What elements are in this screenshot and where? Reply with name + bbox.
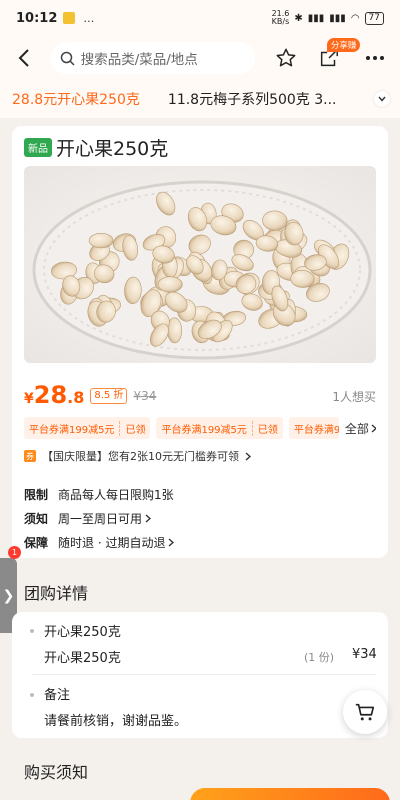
buy-button[interactable] <box>190 788 390 800</box>
coupon-text: 平台券满199减5元 <box>29 424 115 436</box>
info-row-notice[interactable]: 须知 周一至周日可用 <box>24 510 152 527</box>
promo-row[interactable]: 券 【国庆限量】您有2张10元无门槛券可领 <box>24 448 251 464</box>
group-details-card: 开心果250克 开心果250克 (1 份) ¥34 备注 请餐前核销，谢谢品鉴。 <box>12 612 388 738</box>
price-integer: 28 <box>33 381 68 409</box>
coupon-3[interactable]: 平台券满9 <box>288 417 339 439</box>
coupon-row: 平台券满199减5元 已领 平台券满199减5元 已领 平台券满9 全部 <box>24 416 376 440</box>
notification-icon <box>63 12 76 24</box>
share-earn-badge: 分享赚 <box>326 38 361 52</box>
product-title: 开心果250克 <box>56 138 169 160</box>
bluetooth-icon: ✱ <box>294 12 303 24</box>
status-overflow: … <box>83 11 95 25</box>
chevron-right-icon <box>371 423 376 433</box>
divider <box>32 674 376 675</box>
share-button[interactable]: 分享赚 <box>313 38 361 75</box>
chevron-right-icon <box>245 451 251 461</box>
info-value: 商品每人每日限购1张 <box>58 486 174 503</box>
coupon-state: 已领 <box>119 420 150 436</box>
item-price: ¥34 <box>352 647 377 662</box>
info-label: 须知 <box>24 512 49 526</box>
signal-icon: ▮▮▮ <box>307 12 325 24</box>
back-button[interactable] <box>8 42 40 74</box>
coupon-2[interactable]: 平台券满199减5元 已领 <box>156 417 283 439</box>
info-value-text: 随时退 · 过期自动退 <box>58 536 166 550</box>
back-arrow-icon <box>18 49 29 67</box>
status-bar: 10:12 … 21.6 KB/s ✱ ▮▮▮ ▮▮▮ ◠ 77 <box>0 0 400 36</box>
signal-icon-2: ▮▮▮ <box>329 12 346 24</box>
battery-icon: 77 <box>364 11 384 25</box>
bullet <box>30 629 34 633</box>
chevron-right-icon <box>145 514 152 523</box>
original-price: ¥34 <box>133 389 157 403</box>
chevron-right-icon: ❯ <box>2 587 15 604</box>
info-row-limit: 限制 商品每人每日限购1张 <box>24 486 174 503</box>
cart-icon <box>355 703 375 721</box>
coupon-state: 已领 <box>251 420 283 436</box>
promo-text: 【国庆限量】您有2张10元无门槛券可领 <box>42 450 239 463</box>
price-currency: ¥ <box>24 391 34 407</box>
search-placeholder: 搜索品类/菜品/地点 <box>80 52 198 68</box>
info-value-text: 商品每人每日限购1张 <box>58 488 174 502</box>
nav-bar: 搜索品类/菜品/地点 分享赚 <box>0 36 400 80</box>
product-image[interactable] <box>24 166 376 363</box>
new-badge: 新品 <box>24 138 52 157</box>
tabs-expand-button[interactable] <box>374 91 390 107</box>
want-count: 1人想买 <box>332 389 376 404</box>
info-label: 限制 <box>24 488 49 502</box>
side-notification-badge: 1 <box>8 546 21 559</box>
info-value: 随时退 · 过期自动退 <box>58 534 175 551</box>
coupon-text: 平台券满9 <box>293 424 339 436</box>
price-decimal: .8 <box>67 388 85 407</box>
cart-button[interactable] <box>343 690 387 734</box>
info-row-guarantee[interactable]: 保障 随时退 · 过期自动退 <box>24 534 175 551</box>
tab-pistachio[interactable]: 28.8元开心果250克 <box>12 89 140 109</box>
group-name: 开心果250克 <box>44 625 121 640</box>
bullet <box>30 693 34 697</box>
all-coupons-link[interactable]: 全部 <box>345 420 376 437</box>
more-button[interactable] <box>358 41 392 75</box>
info-value-text: 周一至周日可用 <box>58 512 143 526</box>
info-value: 周一至周日可用 <box>58 510 152 527</box>
favorite-button[interactable] <box>269 41 303 75</box>
coupon-text: 平台券满199减5元 <box>161 424 247 436</box>
chevron-down-icon <box>378 96 386 102</box>
network-speed: 21.6 KB/s <box>272 10 290 26</box>
status-time: 10:12 <box>16 10 58 26</box>
price-row: ¥ 28 .8 8.5 折 ¥34 1人想买 <box>24 381 376 411</box>
group-details-title: 团购详情 <box>24 584 89 603</box>
product-card: 新品 开心果250克 ¥ 28 .8 8.5 折 ¥34 1人想买 平台券满19… <box>12 126 388 558</box>
chevron-right-icon <box>168 538 175 547</box>
tab-plum-series[interactable]: 11.8元梅子系列500克 3... <box>168 89 341 109</box>
star-icon <box>276 48 296 67</box>
network-speed-unit: KB/s <box>271 17 290 26</box>
search-icon <box>60 51 75 66</box>
wifi-icon: ◠ <box>350 12 360 24</box>
note-title: 备注 <box>44 688 71 703</box>
note-text: 请餐前核销，谢谢品鉴。 <box>44 714 188 729</box>
item-name: 开心果250克 <box>44 651 121 666</box>
search-input[interactable]: 搜索品类/菜品/地点 <box>49 42 255 74</box>
more-icon <box>366 56 385 60</box>
item-quantity: (1 份) <box>304 651 335 664</box>
pistachio-photo <box>24 166 376 363</box>
coupon-1[interactable]: 平台券满199减5元 已领 <box>24 417 151 439</box>
product-tabs: 28.8元开心果250克 11.8元梅子系列500克 3... <box>0 80 400 118</box>
all-coupons-label: 全部 <box>344 421 369 436</box>
info-label: 保障 <box>24 536 49 550</box>
discount-badge: 8.5 折 <box>90 388 128 404</box>
purchase-notes-title: 购买须知 <box>24 763 89 782</box>
coupon-icon: 券 <box>24 450 36 462</box>
